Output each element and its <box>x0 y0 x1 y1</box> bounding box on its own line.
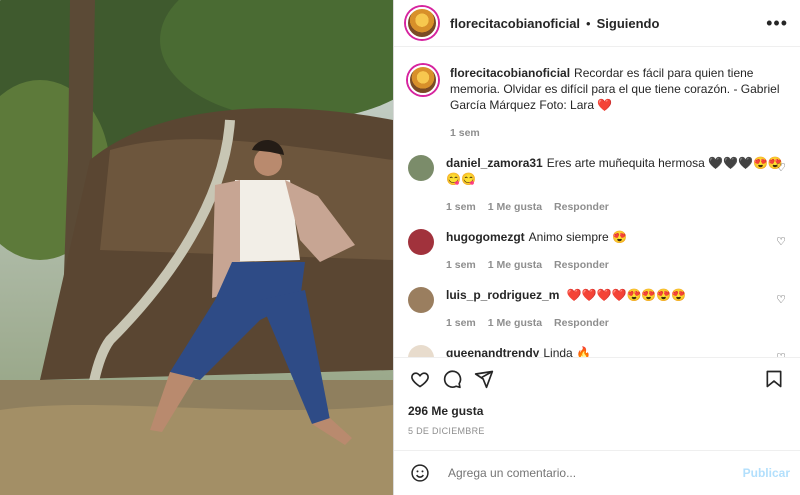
likes-count[interactable]: 296 Me gusta <box>394 404 800 418</box>
comments-list[interactable]: florecitacobianoficial Recordar es fácil … <box>394 47 800 357</box>
post-panel: florecitacobianoficial • Siguiendo ••• f… <box>393 0 800 495</box>
post-photo[interactable] <box>0 0 393 495</box>
separator-dot: • <box>586 15 591 31</box>
post-dialog: florecitacobianoficial • Siguiendo ••• f… <box>0 0 800 495</box>
caption-avatar[interactable] <box>408 65 438 95</box>
comment-item: hugogomezgt Animo siempre 😍 1 sem 1 Me gus… <box>408 229 786 273</box>
comment-item: luis_p_rodriguez_m ❤️❤️❤️❤️😍😍😍😍 1 sem 1 M… <box>408 287 786 331</box>
commenter-avatar[interactable] <box>408 345 434 357</box>
publish-button[interactable]: Publicar <box>743 466 790 480</box>
caption-username[interactable]: florecitacobianoficial <box>450 66 570 80</box>
comment-time[interactable]: 1 sem <box>446 317 476 329</box>
comment-text: Animo siempre <box>528 230 609 244</box>
comment-like-heart-icon[interactable]: ♡ <box>776 161 786 174</box>
comment-username[interactable]: luis_p_rodriguez_m <box>446 288 559 302</box>
comment-username[interactable]: queenandtrendy <box>446 346 539 357</box>
comment-like-heart-icon[interactable]: ♡ <box>776 235 786 248</box>
author-avatar[interactable] <box>406 7 438 39</box>
comment-time[interactable]: 1 sem <box>446 201 476 213</box>
action-bar <box>394 357 800 400</box>
reply-button[interactable]: Responder <box>554 259 609 271</box>
caption-emoji: ❤️ <box>597 98 613 112</box>
commenter-avatar[interactable] <box>408 287 434 313</box>
comment-emoji: 🔥 <box>576 346 592 357</box>
comment-text: Eres arte muñequita hermosa <box>546 156 705 170</box>
comment-icon[interactable] <box>436 363 468 395</box>
follow-status-button[interactable]: Siguiendo <box>597 16 660 31</box>
comment-username[interactable]: hugogomezgt <box>446 230 525 244</box>
share-icon[interactable] <box>468 363 500 395</box>
comment-emoji: 😍 <box>612 230 627 244</box>
commenter-avatar[interactable] <box>408 155 434 181</box>
caption: florecitacobianoficial Recordar es fácil … <box>408 47 786 141</box>
comment-likes[interactable]: 1 Me gusta <box>488 317 542 329</box>
more-icon[interactable]: ••• <box>766 13 788 34</box>
comment-composer: Publicar <box>394 450 800 495</box>
comment-item: daniel_zamora31 Eres arte muñequita hermo… <box>408 155 786 215</box>
post-header: florecitacobianoficial • Siguiendo ••• <box>394 0 800 47</box>
caption-time[interactable]: 1 sem <box>450 127 480 139</box>
photo-illustration <box>0 0 393 495</box>
comment-time[interactable]: 1 sem <box>446 259 476 271</box>
reply-button[interactable]: Responder <box>554 317 609 329</box>
heart-icon[interactable] <box>404 363 436 395</box>
comment-emoji: ❤️❤️❤️❤️😍😍😍😍 <box>566 288 687 302</box>
comment-like-heart-icon[interactable]: ♡ <box>776 293 786 306</box>
commenter-avatar[interactable] <box>408 229 434 255</box>
emoji-icon[interactable] <box>404 457 436 489</box>
reply-button[interactable]: Responder <box>554 201 609 213</box>
comment-likes[interactable]: 1 Me gusta <box>488 259 542 271</box>
post-date[interactable]: 5 DE DICIEMBRE <box>394 426 800 436</box>
comment-like-heart-icon[interactable]: ♡ <box>776 351 786 357</box>
comment-input[interactable] <box>446 465 743 481</box>
comment-username[interactable]: daniel_zamora31 <box>446 156 543 170</box>
bookmark-icon[interactable] <box>758 363 790 395</box>
comment-text: Linda <box>543 346 573 357</box>
comment-item: queenandtrendy Linda 🔥 ♡ <box>408 345 786 357</box>
author-username[interactable]: florecitacobianoficial <box>450 16 580 31</box>
comment-likes[interactable]: 1 Me gusta <box>488 201 542 213</box>
